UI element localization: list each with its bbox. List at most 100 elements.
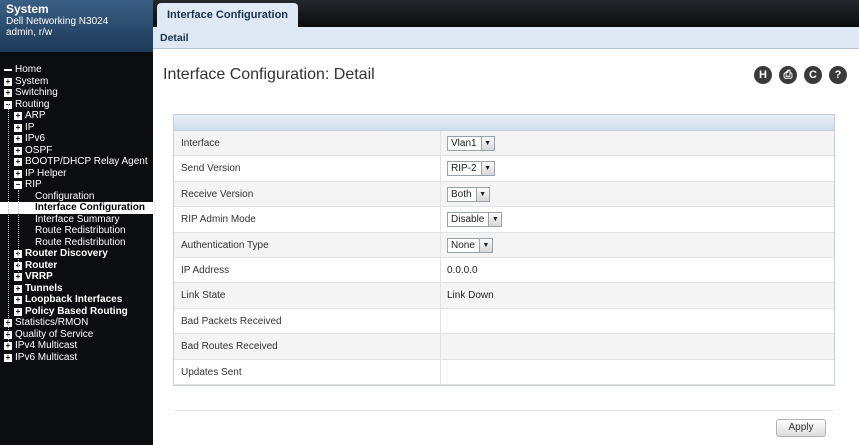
- nav-tree: Home + System + Switching − Routing + ARP + IP + IPv…: [0, 52, 153, 363]
- form-row-interface: Interface Vlan1 ▼: [174, 131, 834, 157]
- collapse-icon[interactable]: −: [14, 181, 22, 189]
- field-value-cell: 0.0.0.0: [441, 258, 834, 282]
- expand-icon[interactable]: +: [14, 123, 22, 132]
- field-label: Receive Version: [174, 181, 441, 207]
- sidebar-item-arp[interactable]: + ARP: [0, 110, 153, 122]
- sidebar-item-ipv6-multicast[interactable]: + IPv6 Multicast: [0, 352, 153, 364]
- send-version-select[interactable]: RIP-2 ▼: [447, 161, 495, 177]
- sidebar-item-switching[interactable]: + Switching: [0, 87, 153, 99]
- sidebar-item-label: Quality of Service: [15, 328, 94, 340]
- expand-icon[interactable]: +: [14, 158, 22, 166]
- receive-version-select[interactable]: Both ▼: [447, 186, 490, 202]
- chevron-down-icon[interactable]: ▼: [475, 187, 489, 201]
- expand-icon[interactable]: +: [14, 307, 22, 316]
- expand-icon[interactable]: +: [14, 169, 22, 178]
- sidebar-item-label: Router: [25, 259, 58, 271]
- question-icon[interactable]: ?: [829, 66, 847, 84]
- sidebar-item-route-redistribution[interactable]: Route Redistribution: [0, 237, 153, 249]
- sidebar-item-ospf[interactable]: + OSPF: [0, 145, 153, 157]
- sidebar-item-interface-summary[interactable]: Interface Summary: [0, 214, 153, 226]
- sidebar-item-ipv4-multicast[interactable]: + IPv4 Multicast: [0, 340, 153, 352]
- main-content: Interface Configuration Detail Interface…: [153, 0, 859, 445]
- form-row-ip-address: IP Address 0.0.0.0: [174, 257, 834, 284]
- sidebar: System Dell Networking N3024 admin, r/w …: [0, 0, 153, 445]
- field-label: Interface: [174, 131, 441, 156]
- expand-icon[interactable]: +: [14, 135, 22, 143]
- expand-icon[interactable]: +: [4, 353, 12, 362]
- expand-icon[interactable]: +: [14, 273, 22, 281]
- refresh-icon[interactable]: C: [804, 66, 822, 84]
- sidebar-item-label: Configuration: [35, 190, 95, 202]
- sidebar-item-tunnels[interactable]: + Tunnels: [0, 283, 153, 295]
- sidebar-item-ipv6[interactable]: + IPv6: [0, 133, 153, 145]
- sidebar-item-ip[interactable]: + IP: [0, 122, 153, 134]
- print-icon[interactable]: ⎙: [779, 66, 797, 84]
- sidebar-item-bootp-dhcp-relay-agent[interactable]: + BOOTP/DHCP Relay Agent: [0, 156, 153, 168]
- sidebar-item-label: Routing: [15, 98, 50, 110]
- sidebar-item-rip[interactable]: − RIP: [0, 179, 153, 191]
- sidebar-item-policy-based-routing[interactable]: + Policy Based Routing: [0, 306, 153, 318]
- form-row-bad-packets-received: Bad Packets Received: [174, 308, 834, 335]
- expand-icon[interactable]: +: [14, 284, 22, 293]
- sidebar-item-vrrp[interactable]: + VRRP: [0, 271, 153, 283]
- apply-button[interactable]: Apply: [776, 419, 826, 437]
- sidebar-item-label: OSPF: [25, 144, 53, 156]
- select-value: None: [451, 239, 475, 251]
- sidebar-item-router[interactable]: + Router: [0, 260, 153, 272]
- expand-icon[interactable]: +: [14, 146, 22, 155]
- field-label: RIP Admin Mode: [174, 207, 441, 232]
- form-row-send-version: Send Version RIP-2 ▼: [174, 156, 834, 182]
- device-model: Dell Networking N3024: [6, 16, 109, 27]
- chevron-down-icon[interactable]: ▼: [488, 213, 502, 227]
- field-value-cell: [441, 334, 834, 358]
- sidebar-item-label: System: [15, 75, 49, 87]
- subtab-bar: Detail: [153, 27, 859, 49]
- chevron-down-icon[interactable]: ▼: [478, 238, 492, 252]
- field-value-cell: Disable ▼: [441, 207, 834, 231]
- expand-icon[interactable]: +: [4, 89, 12, 97]
- field-value-cell: Vlan1 ▼: [441, 131, 834, 155]
- sidebar-item-statistics-rmon[interactable]: + Statistics/RMON: [0, 317, 153, 329]
- sidebar-item-home[interactable]: Home: [0, 64, 153, 76]
- chevron-down-icon[interactable]: ▼: [480, 137, 494, 150]
- sidebar-item-loopback-interfaces[interactable]: + Loopback Interfaces: [0, 294, 153, 306]
- sidebar-item-label: Route Redistribution: [35, 236, 126, 248]
- tab-interface-configuration[interactable]: Interface Configuration: [157, 3, 299, 27]
- sidebar-item-label: ARP: [25, 110, 46, 121]
- authentication-type-select[interactable]: None ▼: [447, 237, 493, 253]
- sidebar-item-label: Policy Based Routing: [25, 305, 128, 317]
- home-icon[interactable]: [4, 69, 12, 71]
- sidebar-item-label: IPv6: [25, 133, 46, 144]
- sidebar-item-label: RIP: [25, 179, 42, 190]
- rip-admin-mode-select[interactable]: Disable ▼: [447, 212, 503, 228]
- tree-connector: [8, 104, 9, 344]
- sidebar-item-router-discovery[interactable]: + Router Discovery: [0, 248, 153, 260]
- field-value-cell: [441, 309, 834, 333]
- select-value: RIP-2: [451, 163, 477, 175]
- footer-divider: [173, 410, 835, 411]
- help-h-icon[interactable]: H: [754, 66, 772, 84]
- form-row-link-state: Link State Link Down: [174, 283, 834, 309]
- sidebar-item-routing[interactable]: − Routing: [0, 99, 153, 111]
- sidebar-item-route-redistribution[interactable]: Route Redistribution: [0, 225, 153, 237]
- sidebar-item-label: Tunnels: [25, 282, 63, 294]
- field-value: 0.0.0.0: [447, 264, 478, 276]
- form-row-updates-sent: Updates Sent: [174, 359, 834, 385]
- page-title: Interface Configuration: Detail: [163, 66, 375, 83]
- user-info: admin, r/w: [6, 27, 53, 38]
- chevron-down-icon[interactable]: ▼: [480, 162, 494, 176]
- sidebar-item-quality-of-service[interactable]: + Quality of Service: [0, 329, 153, 341]
- subtab-detail[interactable]: Detail: [160, 32, 189, 44]
- sidebar-item-ip-helper[interactable]: + IP Helper: [0, 168, 153, 180]
- expand-icon[interactable]: +: [14, 296, 22, 304]
- expand-icon[interactable]: +: [4, 77, 12, 86]
- interface-select[interactable]: Vlan1 ▼: [447, 136, 495, 151]
- sidebar-item-interface-configuration[interactable]: Interface Configuration: [0, 202, 153, 214]
- field-value-cell: RIP-2 ▼: [441, 156, 834, 180]
- field-value: Link Down: [447, 290, 494, 302]
- sidebar-item-configuration[interactable]: Configuration: [0, 191, 153, 203]
- system-header[interactable]: System Dell Networking N3024 admin, r/w: [0, 0, 153, 52]
- form-row-rip-admin-mode: RIP Admin Mode Disable ▼: [174, 207, 834, 233]
- expand-icon[interactable]: +: [14, 112, 22, 120]
- sidebar-item-system[interactable]: + System: [0, 76, 153, 88]
